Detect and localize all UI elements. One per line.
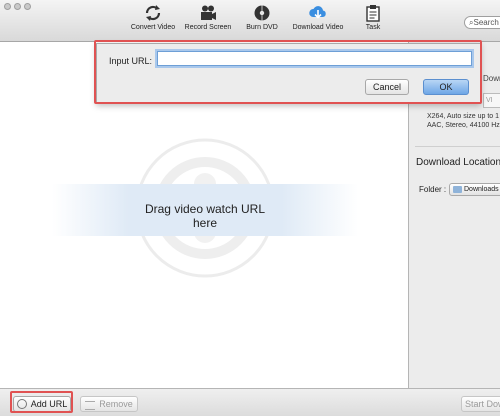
- refresh-icon: [145, 5, 161, 21]
- search-placeholder: Search: [473, 18, 499, 27]
- folder-icon: [453, 186, 462, 193]
- panel-divider: [415, 146, 500, 147]
- folder-label: Folder :: [419, 185, 447, 194]
- start-download-label: Start Dow: [465, 399, 500, 409]
- minimize-window-button[interactable]: [14, 3, 21, 10]
- window-controls: [4, 3, 31, 10]
- start-download-button[interactable]: Start Dow: [461, 396, 500, 412]
- download-location-title: Download Location: [416, 157, 500, 168]
- disc-icon: [254, 5, 270, 21]
- dialog-highlight: [94, 40, 482, 104]
- close-window-button[interactable]: [4, 3, 11, 10]
- output-format-name: Downlo: [483, 74, 500, 83]
- bottom-bar: Add URL Remove Start Dow: [0, 388, 500, 416]
- zoom-window-button[interactable]: [24, 3, 31, 10]
- output-format-selector[interactable]: VI: [483, 93, 500, 108]
- toolbar: Convert Video Record Screen Burn DVD Dow…: [0, 0, 500, 42]
- add-url-highlight: [10, 391, 73, 413]
- task-button[interactable]: Task: [339, 4, 407, 31]
- drop-instruction: Drag video watch URL here: [144, 202, 266, 230]
- clipboard-icon: [366, 5, 380, 22]
- remove-icon: [85, 401, 95, 410]
- folder-select-button[interactable]: Downloads: [449, 183, 500, 196]
- remove-button[interactable]: Remove: [80, 396, 138, 412]
- remove-label: Remove: [99, 399, 133, 409]
- task-label: Task: [365, 24, 381, 31]
- camera-icon: [201, 5, 216, 20]
- output-format-description: X264, Auto size up to 1 AAC, Stereo, 441…: [427, 113, 500, 129]
- search-input[interactable]: ⌕Search: [464, 16, 500, 29]
- cloud-download-icon: [309, 6, 326, 19]
- folder-value: Downloads: [464, 186, 499, 193]
